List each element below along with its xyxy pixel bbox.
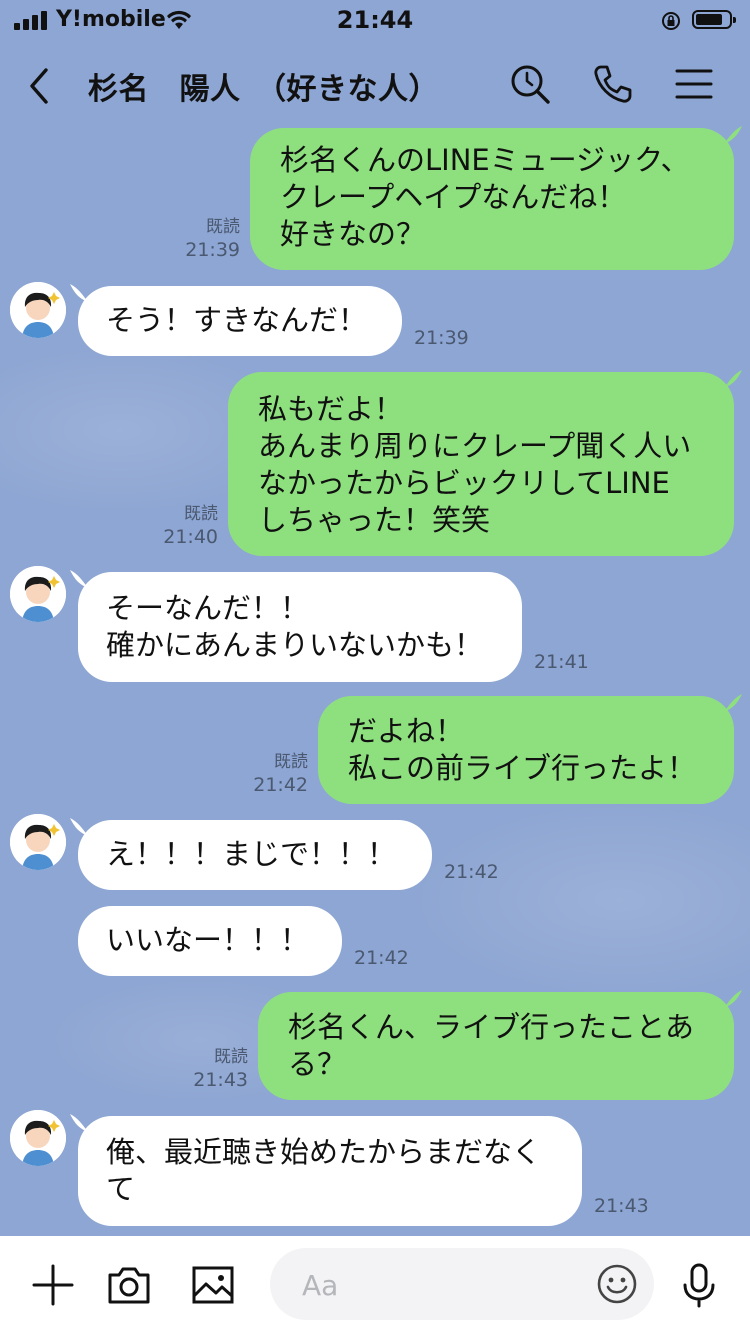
message-time: 21:42 <box>253 774 308 796</box>
avatar-boy-icon <box>10 1110 66 1166</box>
avatar[interactable] <box>10 1110 66 1166</box>
message-bubble[interactable]: そう！すきなんだ！ <box>78 286 402 356</box>
search-icon[interactable] <box>508 62 552 106</box>
rotation-lock-icon <box>662 12 680 30</box>
bubble-tail <box>70 284 88 302</box>
avatar[interactable] <box>10 566 66 622</box>
image-icon[interactable] <box>188 1260 238 1310</box>
emoji-icon[interactable] <box>596 1263 638 1305</box>
message-bubble[interactable]: いいなー！！！ <box>78 906 342 976</box>
message-time: 21:40 <box>163 526 218 548</box>
message-bubble[interactable]: だよね！ 私この前ライブ行ったよ！ <box>318 696 734 804</box>
message-time: 21:39 <box>185 239 240 261</box>
read-receipt: 既読 <box>206 217 240 237</box>
avatar[interactable] <box>10 282 66 338</box>
phone-icon[interactable] <box>590 62 634 106</box>
plus-icon[interactable] <box>28 1260 78 1310</box>
message-time: 21:42 <box>354 947 409 969</box>
bubble-tail <box>70 1114 88 1132</box>
message-bubble[interactable]: え！！！まじで！！！ <box>78 820 432 890</box>
message-time: 21:43 <box>594 1195 649 1217</box>
back-chevron-icon[interactable] <box>22 64 58 108</box>
read-receipt: 既読 <box>274 752 308 772</box>
avatar-boy-icon <box>10 814 66 870</box>
bubble-tail <box>70 570 88 588</box>
microphone-icon[interactable] <box>674 1260 724 1310</box>
contact-name-title: 杉名 陽人 （好きな人） <box>88 72 439 107</box>
message-bubble[interactable]: 私もだよ！ あんまり周りにクレープ聞く人い なかったからビックリしてLINE し… <box>228 372 734 556</box>
message-input-bar <box>0 1236 750 1334</box>
read-receipt: 既読 <box>214 1047 248 1067</box>
chat-header: 杉名 陽人 （好きな人） <box>0 44 750 126</box>
message-time: 21:42 <box>444 861 499 883</box>
bubble-tail <box>724 990 742 1008</box>
message-input[interactable] <box>300 1262 584 1308</box>
message-meta: 既読 21:43 <box>178 1046 248 1092</box>
message-time: 21:41 <box>534 651 589 673</box>
message-bubble[interactable]: 俺、最近聴き始めたからまだなく て <box>78 1116 582 1226</box>
message-bubble[interactable]: そーなんだ！！ 確かにあんまりいないかも！ <box>78 572 522 682</box>
status-time: 21:44 <box>336 6 414 34</box>
message-time: 21:39 <box>414 327 469 349</box>
bubble-tail <box>70 818 88 836</box>
message-meta: 既読 21:42 <box>238 751 308 797</box>
bubble-tail <box>724 370 742 388</box>
avatar-boy-icon <box>10 566 66 622</box>
message-input-field[interactable] <box>270 1248 654 1320</box>
read-receipt: 既読 <box>184 504 218 524</box>
status-bar: Y!mobile 21:44 <box>0 0 750 40</box>
bubble-tail <box>724 126 742 144</box>
message-meta: 既読 21:40 <box>148 503 218 549</box>
avatar-boy-icon <box>10 282 66 338</box>
bubble-tail <box>724 694 742 712</box>
message-bubble[interactable]: 杉名くんのLINEミュージック、 クレープヘイプなんだね！ 好きなの？ <box>250 128 734 270</box>
message-time: 21:43 <box>193 1069 248 1091</box>
battery-icon <box>692 10 736 29</box>
camera-icon[interactable] <box>104 1260 154 1310</box>
menu-icon[interactable] <box>672 62 716 106</box>
message-meta: 既読 21:39 <box>170 216 240 262</box>
avatar[interactable] <box>10 814 66 870</box>
message-bubble[interactable]: 杉名くん、ライブ行ったことあ る？ <box>258 992 734 1100</box>
